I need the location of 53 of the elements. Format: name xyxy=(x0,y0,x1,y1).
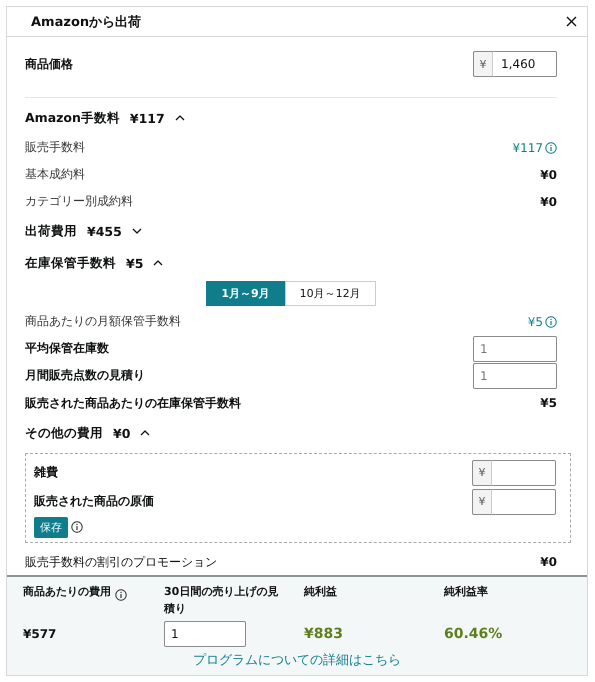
sales-input[interactable]: 1 xyxy=(164,621,246,647)
section-title[interactable]: Amazon手数料 xyxy=(25,110,120,126)
fee-label: 販売された商品あたりの在庫保管手数料 xyxy=(25,394,241,412)
fee-value: ¥5 xyxy=(540,396,557,410)
section-title[interactable]: その他の費用 xyxy=(25,424,103,442)
cost-input[interactable] xyxy=(492,460,556,486)
summary-heading: 30日間の売り上げの見積り xyxy=(164,584,280,617)
section-title[interactable]: 出荷費用 xyxy=(25,222,77,240)
summary-heading: 純利益率 xyxy=(444,584,488,600)
fee-value: ¥0 xyxy=(540,168,557,182)
fee-value: ¥0 xyxy=(540,194,557,208)
section-title[interactable]: 在庫保管手数料 xyxy=(25,254,116,272)
input-field[interactable]: 1 xyxy=(473,362,557,388)
period-tab[interactable]: 1月～9月 xyxy=(206,281,285,306)
section-amount: ¥5 xyxy=(126,256,144,270)
currency-sign: ¥ xyxy=(472,460,492,486)
cost-input[interactable] xyxy=(492,488,556,514)
chevron-down-icon[interactable] xyxy=(132,228,142,234)
period-tab[interactable]: 10月～12月 xyxy=(284,281,376,306)
field-label: 月間販売点数の見積り xyxy=(25,367,145,384)
fee-label: 販売手数料 xyxy=(25,139,85,156)
save-button[interactable]: 保存 xyxy=(34,516,68,538)
section-amount: ¥455 xyxy=(87,224,122,238)
window-title: Amazonから出荷 xyxy=(31,14,142,30)
field-label: 販売された商品の原価 xyxy=(34,493,154,510)
field-label: 雑費 xyxy=(34,464,58,481)
chevron-up-icon[interactable] xyxy=(140,430,150,436)
fee-label: 基本成約料 xyxy=(25,166,85,183)
summary-value: ¥577 xyxy=(23,626,58,643)
chevron-up-icon[interactable] xyxy=(174,115,185,121)
fee-value: ¥117 xyxy=(512,140,543,154)
info-icon[interactable] xyxy=(115,589,127,601)
summary-heading: 純利益 xyxy=(304,584,337,600)
price-input[interactable]: 1,460 xyxy=(493,51,557,77)
close-icon[interactable] xyxy=(566,16,577,27)
promotion-label: 販売手数料の割引のプロモーション xyxy=(25,554,217,570)
currency-sign: ¥ xyxy=(473,51,493,77)
summary-value: 60.46% xyxy=(444,625,504,644)
promotion-value: ¥0 xyxy=(540,555,557,569)
field-label: 平均保管在庫数 xyxy=(25,340,109,357)
chevron-up-icon[interactable] xyxy=(153,260,164,266)
details-link[interactable]: プログラムについての詳細はこちら xyxy=(23,651,571,669)
input-field[interactable]: 1 xyxy=(473,336,557,362)
currency-sign: ¥ xyxy=(472,488,492,514)
summary-heading: 商品あたりの費用 xyxy=(23,584,111,600)
info-icon[interactable] xyxy=(71,521,83,533)
price-label: 商品価格 xyxy=(25,56,73,72)
fee-value: ¥5 xyxy=(528,314,543,328)
section-amount: ¥0 xyxy=(113,426,130,440)
summary-value: ¥883 xyxy=(304,625,344,644)
section-amount: ¥117 xyxy=(130,110,165,126)
fee-label: 商品あたりの月額保管手数料 xyxy=(25,313,181,330)
fee-label: カテゴリー別成約料 xyxy=(25,193,133,210)
